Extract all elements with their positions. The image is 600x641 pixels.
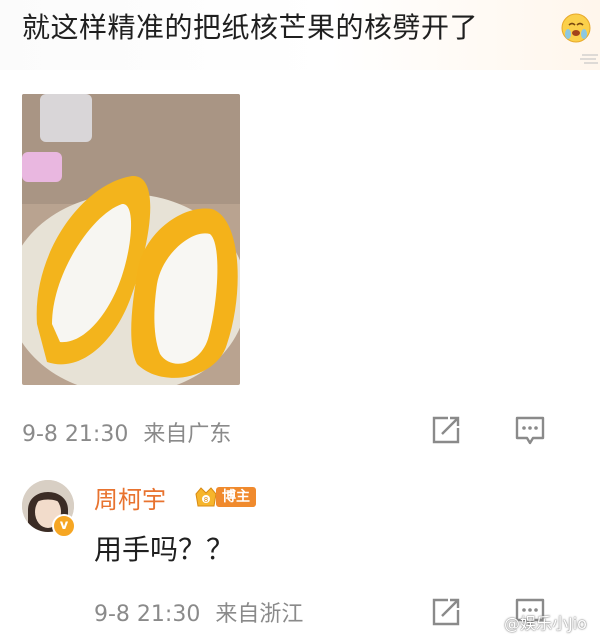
- post-text: 就这样精准的把纸核芒果的核劈开了: [22, 11, 479, 44]
- comment-timestamp: 9-8 21:30: [94, 602, 201, 627]
- post-meta: 9-8 21:30 来自广东: [22, 416, 231, 448]
- share-icon[interactable]: [430, 414, 462, 446]
- comment-username[interactable]: 周柯宇: [94, 480, 166, 515]
- svg-text:8: 8: [204, 496, 208, 504]
- post-timestamp: 9-8 21:30: [22, 422, 129, 447]
- bozhu-label: 博主: [216, 487, 256, 507]
- comment-text: 用手吗？？: [94, 533, 235, 566]
- crown-icon: 8: [195, 487, 217, 507]
- watermark: @娱乐小Jio: [504, 614, 587, 633]
- verified-badge: v: [52, 514, 76, 538]
- post-location: 来自广东: [143, 422, 232, 447]
- share-icon[interactable]: [430, 596, 462, 628]
- comment-location: 来自浙江: [215, 602, 304, 627]
- crying-face-emoji-icon: [561, 13, 591, 43]
- weibo-logo-icon: [484, 616, 500, 628]
- comment-icon[interactable]: [514, 414, 546, 446]
- post-photo[interactable]: [22, 94, 240, 385]
- bozhu-badge: 8 博主: [194, 484, 256, 510]
- comment-meta: 9-8 21:30 来自浙江: [94, 596, 303, 628]
- decorative-lines-icon: [580, 54, 598, 64]
